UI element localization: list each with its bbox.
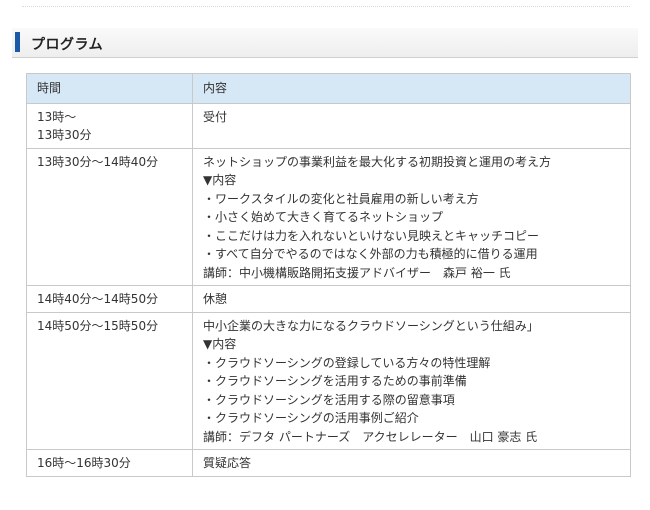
section-heading: プログラム <box>12 28 638 58</box>
content-line: ・小さく始めて大きく育てるネットショップ <box>203 210 444 224</box>
time-text: 13時30分 <box>37 128 92 142</box>
column-header-content: 内容 <box>192 73 631 104</box>
time-cell: 14時40分～14時50分 <box>26 285 193 313</box>
content-line: 講師：デフタ パートナーズ アクセレレーター 山口 豪志 氏 <box>203 429 538 444</box>
content-line: ・ワークスタイルの変化と社員雇用の新しい考え方 <box>203 191 479 206</box>
content-line: ・ここだけは力を入れないといけない見映えとキャッチコピー <box>203 228 540 243</box>
content-line: 中小企業の大きな力になるクラウドソーシングという仕組み」 <box>203 318 539 333</box>
content-line: ・クラウドソーシングの活用事例ご紹介 <box>203 411 419 425</box>
time-cell: 14時50分～15時50分 <box>26 311 193 450</box>
heading-accent-bar <box>15 32 20 52</box>
table-row: 14時40分～14時50分 休憩 <box>26 285 631 313</box>
content-line: 質疑応答 <box>203 456 252 470</box>
content-line: 講師：中小機構販路開拓支援アドバイザー 森戸 裕一 氏 <box>203 265 511 280</box>
table-row: 13時30分～14時40分 ネットショップの事業利益を最大化する初期投資と運用の考… <box>26 147 631 286</box>
time-cell: 13時30分～14時40分 <box>26 147 193 286</box>
top-divider <box>22 6 630 7</box>
content-line: ・すべて自分でやるのではなく外部の力も積極的に借りる運用 <box>203 247 538 261</box>
column-header-time: 時間 <box>26 73 193 104</box>
content-cell: ネットショップの事業利益を最大化する初期投資と運用の考え方 ▼内容・ワークスタイル… <box>192 147 631 286</box>
content-line: ▼内容 <box>203 173 237 187</box>
section-title: プログラム <box>31 37 104 53</box>
time-text: 14時50分～15時50分 <box>37 318 159 333</box>
content-line: 休憩 <box>203 292 228 306</box>
table-header-row: 時間 内容 <box>26 73 631 104</box>
table-row: 14時50分～15時50分 中小企業の大きな力になるクラウドソーシングという仕組み… <box>26 311 631 450</box>
content-line: ネットショップの事業利益を最大化する初期投資と運用の考え方 <box>203 154 552 169</box>
table-row: 16時～16時30分 質疑応答 <box>26 449 631 477</box>
content-line: ・クラウドソーシングを活用するための事前準備 <box>203 374 467 388</box>
time-text: 13時30分～14時40分 <box>37 154 159 169</box>
content-line: ・クラウドソーシングの登録している方々の特性理解 <box>203 355 491 370</box>
time-cell: 16時～16時30分 <box>26 449 193 477</box>
content-cell: 受付 <box>192 102 631 149</box>
time-cell: 13時～ 13時30分 <box>26 102 193 149</box>
time-text: 14時40分～14時50分 <box>37 292 159 306</box>
content-cell: 質疑応答 <box>192 449 631 477</box>
content-line: 受付 <box>203 109 228 124</box>
program-table: 時間 内容 13時～ 13時30分 受付 13時30分～14時40分 ネットショップの事… <box>26 73 631 477</box>
content-cell: 休憩 <box>192 285 631 313</box>
content-line: ▼内容 <box>203 337 237 351</box>
content-line: ・クラウドソーシングを活用する際の留意事項 <box>203 392 455 407</box>
table-row: 13時～ 13時30分 受付 <box>26 102 631 149</box>
content-cell: 中小企業の大きな力になるクラウドソーシングという仕組み」 ▼内容・クラウドソーシン… <box>192 311 631 450</box>
time-text: 13時～ <box>37 109 77 124</box>
time-text: 16時～16時30分 <box>37 456 131 470</box>
